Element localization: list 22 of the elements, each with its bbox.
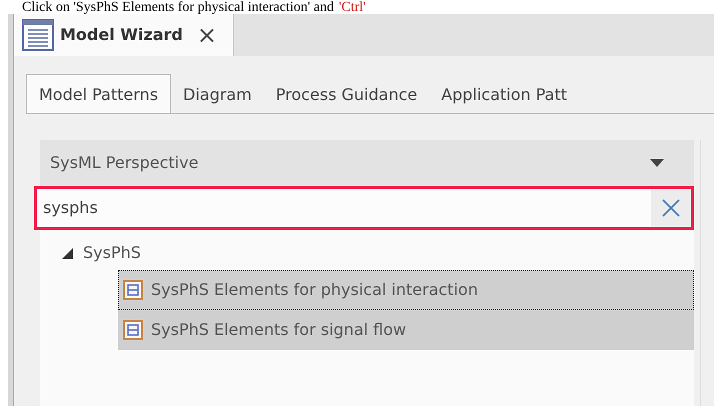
caption-text: Click on 'SysPhS Elements for physical interaction' and (21, 0, 334, 15)
tree-item[interactable]: SysPhS Elements for signal flow (118, 310, 694, 350)
element-icon (123, 280, 143, 300)
form-icon (22, 19, 54, 51)
tree-item[interactable]: SysPhS Elements for physical interaction (118, 270, 694, 310)
tab[interactable]: Process Guidance (264, 77, 430, 113)
expander-icon[interactable] (62, 248, 73, 258)
tree-node[interactable]: SysPhS (83, 241, 141, 265)
window-tab[interactable]: Model Wizard × (14, 14, 234, 56)
tab[interactable]: Model Patterns (26, 74, 172, 113)
clear-icon[interactable] (651, 189, 691, 227)
search-input[interactable]: sysphs (37, 189, 651, 227)
element-icon (123, 320, 143, 340)
dropdown-caret-icon (650, 159, 664, 167)
perspective-dropdown[interactable]: SysML Perspective (40, 140, 694, 186)
search-field[interactable]: sysphs (34, 186, 694, 230)
dropdown-value: SysML Perspective (50, 152, 198, 174)
close-icon[interactable]: × (196, 23, 217, 47)
tab[interactable]: Diagram (171, 77, 264, 113)
tab[interactable]: Application Patt (429, 77, 580, 113)
window-title: Model Wizard (60, 24, 183, 46)
caption-highlight: 'Ctrl' (338, 0, 366, 15)
